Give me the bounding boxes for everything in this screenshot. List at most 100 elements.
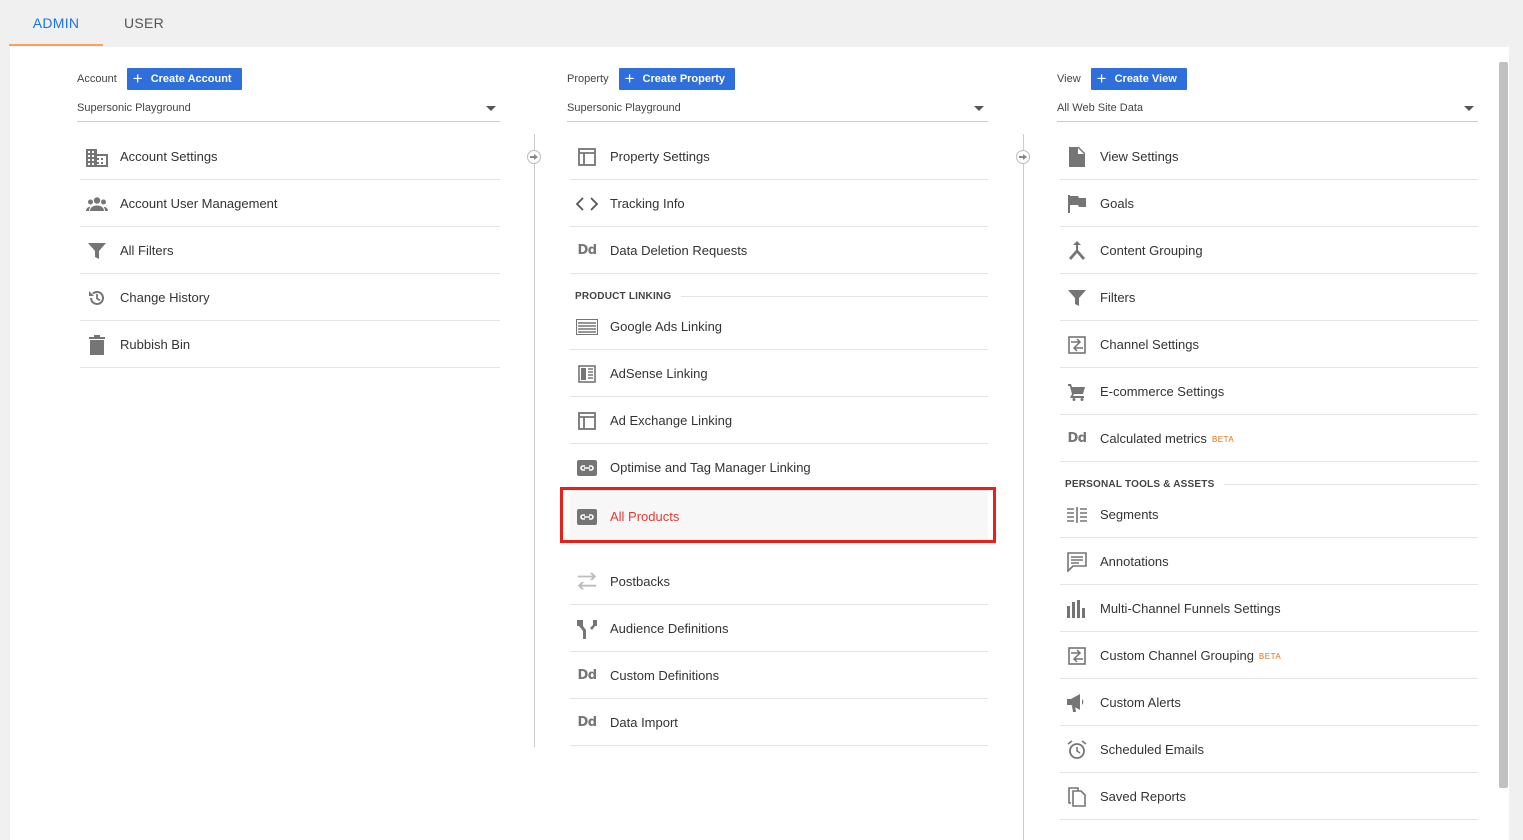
ad-exchange-linking-item[interactable]: Ad Exchange Linking (570, 398, 988, 444)
account-label: Account (77, 73, 117, 85)
admin-panel: Account + Create Account Supersonic Play… (10, 47, 1509, 840)
view-label: View (1057, 73, 1081, 85)
item-label: Rubbish Bin (120, 337, 191, 352)
beta-badge: BETA (1211, 435, 1235, 444)
google-ads-linking-item[interactable]: Google Ads Linking (570, 304, 988, 350)
data-import-item[interactable]: Dd Data Import (570, 700, 988, 746)
create-view-label: Create View (1114, 73, 1177, 85)
content-grouping-item[interactable]: Content Grouping (1060, 228, 1478, 274)
filter-icon (86, 240, 108, 262)
account-settings-item[interactable]: Account Settings (80, 134, 500, 180)
item-label: Data Deletion Requests (610, 243, 748, 258)
personal-tools-section: PERSONAL TOOLS & ASSETS (1065, 476, 1478, 492)
megaphone-icon (1066, 692, 1088, 714)
channel-icon (1066, 645, 1088, 667)
custom-channel-grouping-item[interactable]: Custom Channel Grouping BETA (1060, 633, 1478, 679)
filter-icon (1066, 287, 1088, 309)
item-label: Property Settings (610, 149, 710, 164)
item-label: Segments (1100, 507, 1159, 522)
building-icon (86, 146, 108, 168)
scrollbar-thumb[interactable] (1499, 62, 1508, 788)
barchart-icon (1066, 598, 1088, 620)
item-label: Optimise and Tag Manager Linking (610, 460, 811, 475)
admin-tab-bar: ADMIN USER (0, 0, 1523, 46)
view-selector[interactable]: All Web Site Data (1057, 95, 1478, 122)
channel-icon (1066, 334, 1088, 356)
postback-icon (576, 571, 598, 593)
multi-channel-funnels-item[interactable]: Multi-Channel Funnels Settings (1060, 586, 1478, 632)
item-label: Multi-Channel Funnels Settings (1100, 601, 1281, 616)
segments-item[interactable]: Segments (1060, 492, 1478, 538)
property-selector[interactable]: Supersonic Playground (567, 95, 988, 122)
create-view-button[interactable]: + Create View (1090, 68, 1187, 90)
custom-definitions-item[interactable]: Dd Custom Definitions (570, 653, 988, 699)
account-user-management-item[interactable]: Account User Management (80, 181, 500, 227)
create-account-button[interactable]: + Create Account (126, 68, 242, 90)
custom-alerts-item[interactable]: Custom Alerts (1060, 680, 1478, 726)
scheduled-emails-item[interactable]: Scheduled Emails (1060, 727, 1478, 773)
adsense-icon (576, 363, 598, 385)
plus-icon: + (132, 69, 143, 88)
rubbish-bin-item[interactable]: Rubbish Bin (80, 322, 500, 368)
plus-icon: + (624, 69, 635, 88)
create-property-label: Create Property (642, 73, 726, 85)
section-rule (1224, 483, 1478, 485)
window-icon (576, 410, 598, 432)
column-divider (1023, 134, 1024, 840)
item-label: Custom Alerts (1100, 695, 1181, 710)
goals-item[interactable]: Goals (1060, 181, 1478, 227)
item-label: Annotations (1100, 554, 1169, 569)
all-filters-item[interactable]: All Filters (80, 228, 500, 274)
dd-glyph: Dd (577, 715, 597, 730)
change-history-item[interactable]: Change History (80, 275, 500, 321)
highlight-box (560, 487, 996, 543)
column-divider (534, 134, 535, 747)
arrow-right-icon (1016, 150, 1030, 164)
view-settings-item[interactable]: View Settings (1060, 134, 1478, 180)
property-label: Property (567, 73, 609, 85)
annotations-item[interactable]: Annotations (1060, 539, 1478, 585)
item-label: Account User Management (120, 196, 278, 211)
dd-icon: Dd (576, 665, 598, 687)
calculated-metrics-item[interactable]: Dd Calculated metrics BETA (1060, 416, 1478, 462)
view-filters-item[interactable]: Filters (1060, 275, 1478, 321)
tab-admin[interactable]: ADMIN (9, 0, 103, 46)
tracking-info-item[interactable]: Tracking Info (570, 181, 988, 227)
item-label: Postbacks (610, 574, 670, 589)
saved-reports-item[interactable]: Saved Reports (1060, 774, 1478, 820)
optimise-tag-manager-linking-item[interactable]: Optimise and Tag Manager Linking (570, 445, 988, 491)
dd-glyph: Dd (577, 243, 597, 258)
audience-definitions-item[interactable]: Audience Definitions (570, 606, 988, 652)
ecommerce-settings-item[interactable]: E-commerce Settings (1060, 369, 1478, 415)
item-label: Tracking Info (610, 196, 685, 211)
copy-icon (1066, 786, 1088, 808)
item-label: Scheduled Emails (1100, 742, 1205, 757)
audience-icon (576, 618, 598, 640)
beta-badge: BETA (1258, 652, 1282, 661)
account-selector[interactable]: Supersonic Playground (77, 95, 500, 122)
caret-down-icon (974, 106, 984, 111)
account-selected-value: Supersonic Playground (77, 102, 191, 114)
annotation-icon (1066, 551, 1088, 573)
item-label: Custom Definitions (610, 668, 720, 683)
window-icon (576, 146, 598, 168)
history-icon (86, 287, 108, 309)
dd-icon: Dd (576, 240, 598, 262)
postbacks-item[interactable]: Postbacks (570, 559, 988, 605)
item-label: Content Grouping (1100, 243, 1203, 258)
view-column-header: View + Create View (1057, 68, 1187, 90)
tab-user[interactable]: USER (114, 0, 174, 46)
adsense-linking-item[interactable]: AdSense Linking (570, 351, 988, 397)
item-label: Data Import (610, 715, 678, 730)
section-label: PRODUCT LINKING (575, 290, 672, 302)
item-label: Audience Definitions (610, 621, 729, 636)
section-label: PERSONAL TOOLS & ASSETS (1065, 478, 1215, 490)
item-label: Custom Channel Grouping (1100, 648, 1254, 663)
account-column-header: Account + Create Account (77, 68, 242, 90)
item-label: Google Ads Linking (610, 319, 723, 334)
channel-settings-item[interactable]: Channel Settings (1060, 322, 1478, 368)
plus-icon: + (1096, 69, 1107, 88)
property-settings-item[interactable]: Property Settings (570, 134, 988, 180)
data-deletion-requests-item[interactable]: Dd Data Deletion Requests (570, 228, 988, 274)
create-property-button[interactable]: + Create Property (618, 68, 736, 90)
